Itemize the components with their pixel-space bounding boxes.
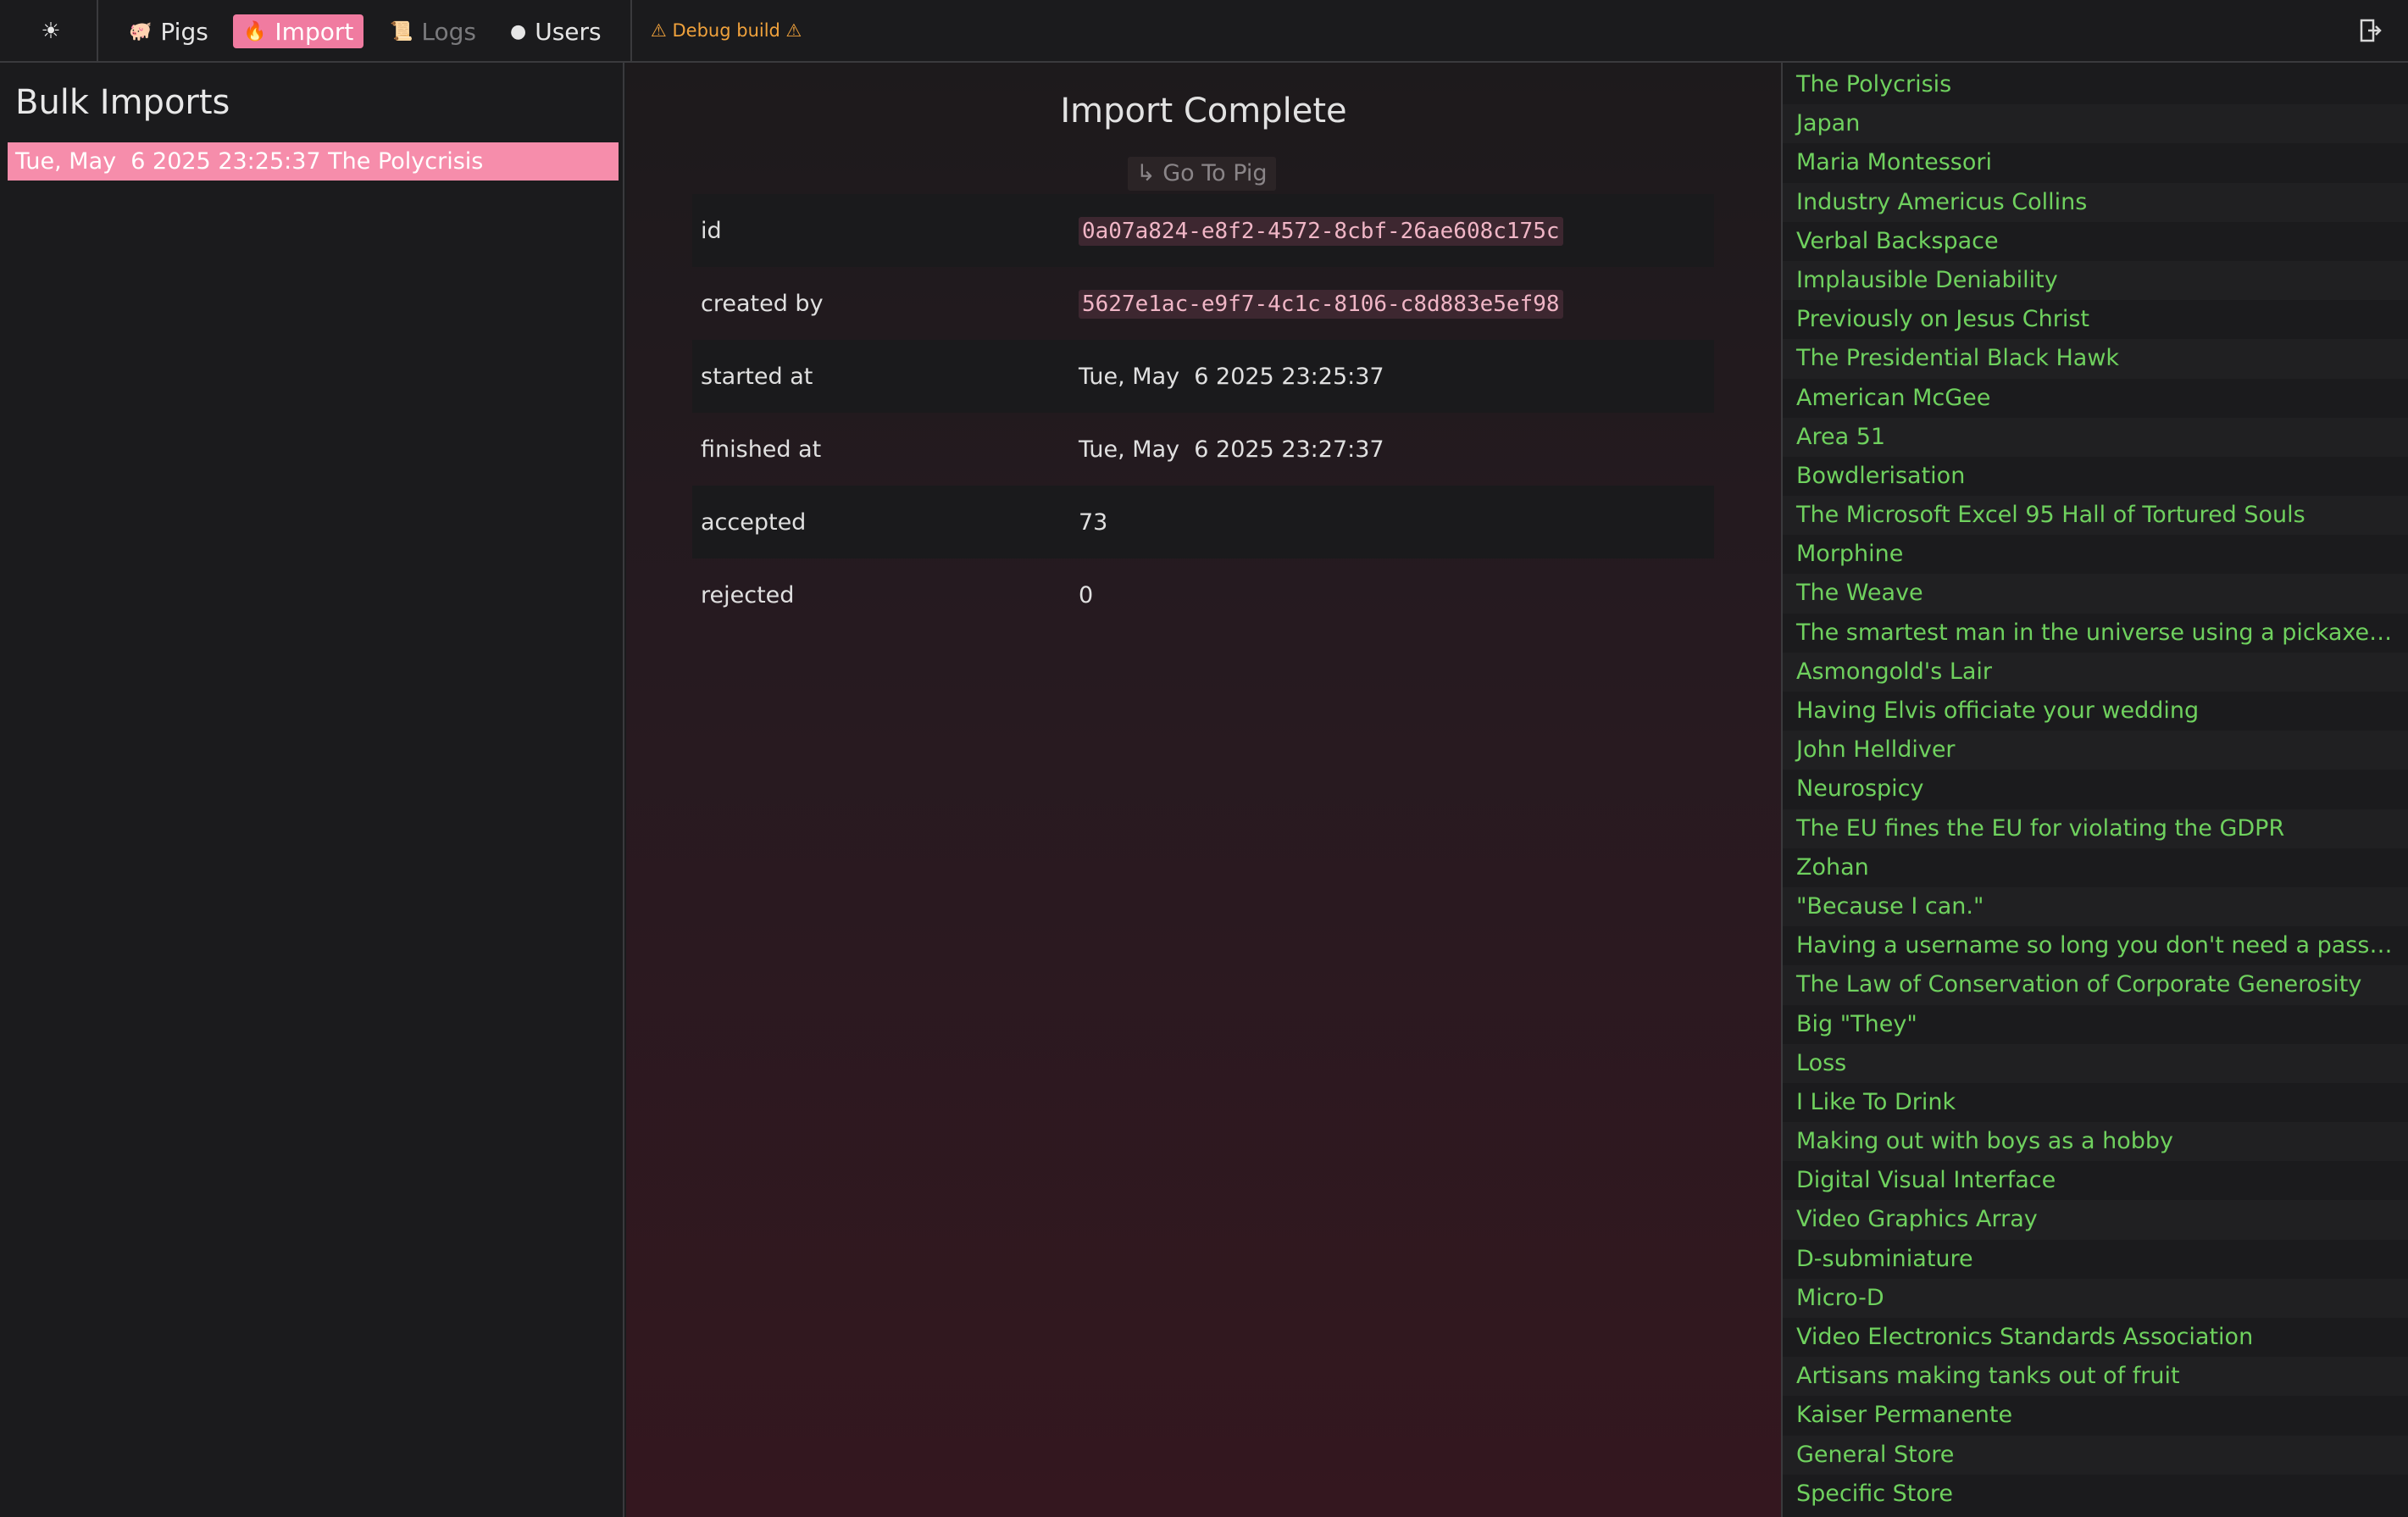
pig-list-item[interactable]: Specific Store (1783, 1475, 2408, 1514)
pig-list-item[interactable]: American McGee (1783, 379, 2408, 418)
pig-list-item[interactable]: General Store (1783, 1435, 2408, 1475)
pig-list-item[interactable]: Having a username so long you don't need… (1783, 926, 2408, 965)
detail-value: Tue, May 6 2025 23:27:37 (1079, 436, 1384, 463)
pig-list-item[interactable]: The EU fines the EU for violating the GD… (1783, 809, 2408, 848)
go-to-pig-button[interactable]: ↳ Go To Pig (1128, 157, 1276, 191)
nav-divider (630, 0, 632, 63)
detail-value: 0 (1079, 581, 1094, 608)
pig-list-item[interactable]: Zohan (1783, 848, 2408, 887)
pig-list-item[interactable]: The Presidential Black Hawk (1783, 339, 2408, 379)
pig-list: The Polycrisis Japan Maria Montessori Indus… (1783, 63, 2408, 1514)
detail-row-created-by: created by 5627e1ac-e9f7-4c1c-8106-c8d88… (692, 267, 1714, 340)
pig-list-item[interactable]: Bowdlerisation (1783, 457, 2408, 496)
pig-list-item[interactable]: Loss (1783, 1043, 2408, 1083)
pig-list-panel: The Polycrisis Japan Maria Montessori Indus… (1781, 63, 2408, 1517)
top-nav: ☀ 🐖 Pigs 🔥 Import 📜 Logs ● Users ⚠ Debug… (0, 0, 2408, 63)
pig-list-item[interactable]: Video Graphics Array (1783, 1200, 2408, 1240)
detail-key: rejected (701, 581, 795, 608)
scroll-icon: 📜 (390, 20, 413, 42)
pig-list-item[interactable]: The Law of Conservation of Corporate Gen… (1783, 965, 2408, 1005)
pig-list-item[interactable]: Japan (1783, 104, 2408, 144)
page-title: Bulk Imports (15, 83, 230, 122)
detail-key: finished at (701, 436, 822, 463)
pig-list-item[interactable]: Morphine (1783, 535, 2408, 574)
nav-item-import[interactable]: 🔥 Import (233, 14, 364, 48)
pig-icon: 🐖 (129, 20, 153, 42)
fire-icon: 🔥 (243, 20, 267, 42)
pig-list-item[interactable]: I Like To Drink (1783, 1083, 2408, 1122)
pig-list-item[interactable]: Big "They" (1783, 1005, 2408, 1044)
pig-list-item[interactable]: Neurospicy (1783, 770, 2408, 809)
pig-list-item[interactable]: Making out with boys as a hobby (1783, 1122, 2408, 1162)
detail-value: 0a07a824-e8f2-4572-8cbf-26ae608c175c (1079, 216, 1563, 246)
sun-icon[interactable]: ☀ (34, 15, 68, 47)
nav-item-label: Import (275, 17, 354, 46)
detail-key: id (701, 217, 722, 244)
pig-list-item[interactable]: Asmongold's Lair (1783, 652, 2408, 692)
detail-value: Tue, May 6 2025 23:25:37 (1079, 363, 1384, 390)
import-list-item[interactable]: Tue, May 6 2025 23:25:37 The Polycrisis (8, 142, 619, 181)
pig-list-item[interactable]: Digital Visual Interface (1783, 1161, 2408, 1200)
detail-key: started at (701, 363, 813, 390)
detail-row-rejected: rejected 0 (692, 558, 1714, 631)
nav-divider (97, 0, 98, 63)
pig-list-item[interactable]: Artisans making tanks out of fruit (1783, 1357, 2408, 1397)
detail-row-id: id 0a07a824-e8f2-4572-8cbf-26ae608c175c (692, 194, 1714, 267)
import-details-table: id 0a07a824-e8f2-4572-8cbf-26ae608c175c … (692, 194, 1714, 631)
user-icon: ● (510, 20, 527, 42)
detail-key: accepted (701, 508, 807, 536)
pig-list-item[interactable]: The Polycrisis (1783, 65, 2408, 104)
detail-value: 5627e1ac-e9f7-4c1c-8106-c8d883e5ef98 (1079, 289, 1563, 319)
pig-list-item[interactable]: The smartest man in the universe using a… (1783, 614, 2408, 653)
nav-item-label: Logs (421, 17, 477, 46)
detail-value: 73 (1079, 508, 1108, 536)
nav-item-pigs[interactable]: 🐖 Pigs (119, 14, 219, 48)
pig-list-item[interactable]: John Helldiver (1783, 731, 2408, 770)
detail-row-accepted: accepted 73 (692, 486, 1714, 558)
pig-list-item[interactable]: Micro-D (1783, 1278, 2408, 1318)
import-status-title: Import Complete (1060, 92, 1347, 131)
pig-list-item[interactable]: Industry Americus Collins (1783, 182, 2408, 222)
pig-list-item[interactable]: Area 51 (1783, 417, 2408, 457)
debug-build-badge: ⚠ Debug build ⚠ (651, 20, 802, 41)
detail-row-finished-at: finished at Tue, May 6 2025 23:27:37 (692, 413, 1714, 486)
pig-list-item[interactable]: Verbal Backspace (1783, 222, 2408, 261)
nav-item-users[interactable]: ● Users (500, 14, 612, 48)
pig-list-item[interactable]: Video Electronics Standards Association (1783, 1318, 2408, 1357)
detail-row-started-at: started at Tue, May 6 2025 23:25:37 (692, 340, 1714, 413)
pig-list-item[interactable]: Having Elvis officiate your wedding (1783, 692, 2408, 731)
pig-list-item[interactable]: The Weave (1783, 574, 2408, 614)
bulk-imports-panel: Bulk Imports Tue, May 6 2025 23:25:37 Th… (0, 63, 624, 1517)
pig-list-item[interactable]: The Microsoft Excel 95 Hall of Tortured … (1783, 496, 2408, 536)
nav-item-label: Users (535, 17, 602, 46)
logout-icon[interactable] (2355, 15, 2386, 46)
import-detail-panel: Import Complete ↳ Go To Pig id 0a07a824-… (626, 63, 1781, 1517)
pig-list-item[interactable]: Maria Montessori (1783, 143, 2408, 182)
pig-list-item[interactable]: D-subminiature (1783, 1240, 2408, 1279)
detail-key: created by (701, 290, 824, 317)
nav-item-label: Pigs (160, 17, 208, 46)
pig-list-item[interactable]: Previously on Jesus Christ (1783, 300, 2408, 339)
pig-list-item[interactable]: Implausible Deniability (1783, 260, 2408, 301)
pig-list-item[interactable]: "Because I can." (1783, 886, 2408, 927)
nav-item-logs[interactable]: 📜 Logs (380, 14, 486, 48)
pig-list-item[interactable]: Kaiser Permanente (1783, 1396, 2408, 1435)
